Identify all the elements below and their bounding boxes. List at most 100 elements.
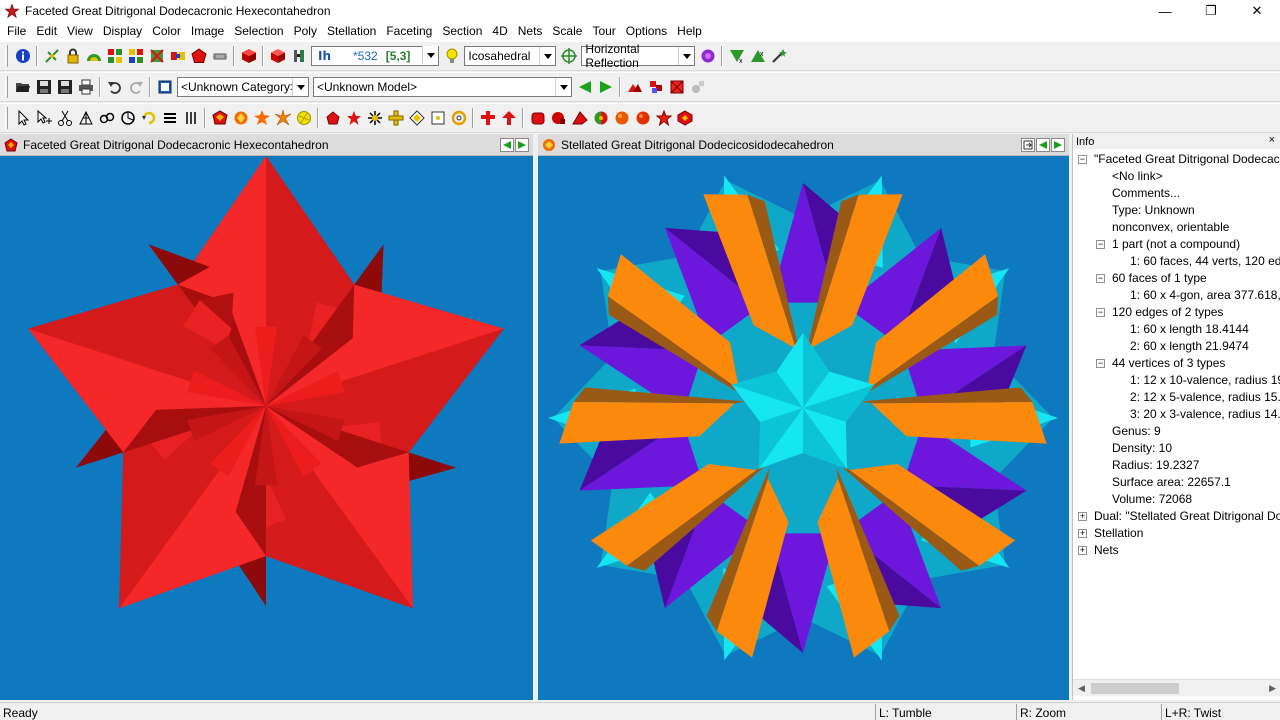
toolbar-grip[interactable] xyxy=(5,76,8,98)
menu-section[interactable]: Section xyxy=(437,22,487,41)
tree-expand-icon[interactable]: + xyxy=(1078,529,1087,538)
tree-item[interactable]: 44 vertices of 3 types xyxy=(1112,355,1225,372)
tree-collapse-icon[interactable]: − xyxy=(1096,240,1105,249)
left-panel-prev-button[interactable] xyxy=(500,138,514,152)
multi-cube-button[interactable] xyxy=(645,76,666,98)
diamond-tool-button[interactable] xyxy=(406,107,427,129)
right-panel-next-button[interactable] xyxy=(1051,138,1065,152)
arrow-up-red-button[interactable] xyxy=(498,107,519,129)
select-add-button[interactable] xyxy=(33,107,54,129)
dome-button[interactable] xyxy=(83,45,104,67)
print-button[interactable] xyxy=(75,76,96,98)
tree-item[interactable]: nonconvex, orientable xyxy=(1112,219,1229,236)
save-button[interactable] xyxy=(33,76,54,98)
maximize-button[interactable]: ❐ xyxy=(1188,0,1234,22)
tree-expand-icon[interactable]: + xyxy=(1078,546,1087,555)
tree-item[interactable]: 3: 20 x 3-valence, radius 14.77 xyxy=(1130,406,1280,423)
scissors-button[interactable] xyxy=(54,107,75,129)
tree-item[interactable]: 1 part (not a compound) xyxy=(1112,236,1240,253)
red-shape-2-button[interactable] xyxy=(548,107,569,129)
compound-button[interactable] xyxy=(624,76,645,98)
solid-red-button[interactable] xyxy=(209,107,230,129)
tree-collapse-icon[interactable]: − xyxy=(1078,155,1087,164)
menu-selection[interactable]: Selection xyxy=(229,22,288,41)
dodecahedron-button[interactable] xyxy=(188,45,209,67)
stack-button[interactable] xyxy=(159,107,180,129)
menu-help[interactable]: Help xyxy=(672,22,707,41)
open-button[interactable] xyxy=(12,76,33,98)
menu-poly[interactable]: Poly xyxy=(289,22,322,41)
close-button[interactable]: ✕ xyxy=(1234,0,1280,22)
tree-item[interactable]: Surface area: 22657.1 xyxy=(1112,474,1231,491)
burst-tool-button[interactable] xyxy=(364,107,385,129)
menu-image[interactable]: Image xyxy=(186,22,229,41)
tree-item[interactable]: Dual: "Stellated Great Ditrigonal Dode xyxy=(1094,508,1280,525)
star-spiky-button[interactable] xyxy=(272,107,293,129)
green-orange-sphere-button[interactable] xyxy=(590,107,611,129)
cross-tool-button[interactable] xyxy=(385,107,406,129)
star-tool-button[interactable] xyxy=(343,107,364,129)
right-3d-viewport[interactable] xyxy=(538,156,1069,700)
tree-item[interactable]: 120 edges of 2 types xyxy=(1112,304,1223,321)
menu-stellation[interactable]: Stellation xyxy=(322,22,381,41)
right-panel-prev-button[interactable] xyxy=(1036,138,1050,152)
left-panel-next-button[interactable] xyxy=(515,138,529,152)
tree-item[interactable]: "Faceted Great Ditrigonal Dodecacro xyxy=(1094,151,1280,168)
tree-item[interactable]: Stellation xyxy=(1094,525,1143,542)
save-as-button[interactable] xyxy=(54,76,75,98)
tree-item[interactable]: Nets xyxy=(1094,542,1119,559)
lock-button[interactable] xyxy=(62,45,83,67)
red-sphere-button[interactable] xyxy=(632,107,653,129)
grid-yellow-button[interactable] xyxy=(125,45,146,67)
menu-display[interactable]: Display xyxy=(98,22,147,41)
tree-expand-icon[interactable]: + xyxy=(1078,512,1087,521)
sphere-button[interactable] xyxy=(697,45,718,67)
menu-file[interactable]: File xyxy=(2,22,31,41)
tree-collapse-icon[interactable]: − xyxy=(1096,308,1105,317)
model-select[interactable]: <Unknown Model> xyxy=(313,77,572,97)
tree-item[interactable]: Density: 10 xyxy=(1112,440,1172,457)
undo-button[interactable] xyxy=(104,76,125,98)
menu-nets[interactable]: Nets xyxy=(513,22,548,41)
tree-item[interactable]: 1: 60 x 4-gon, area 377.618, so xyxy=(1130,287,1280,304)
sphere-yellow-button[interactable] xyxy=(293,107,314,129)
tree-collapse-icon[interactable]: − xyxy=(1096,359,1105,368)
pentagon-tool-button[interactable] xyxy=(322,107,343,129)
tree-item[interactable]: 2: 12 x 5-valence, radius 15.17 xyxy=(1130,389,1280,406)
category-select[interactable]: <Unknown Category> xyxy=(177,77,309,97)
cube-outline-button[interactable] xyxy=(267,45,288,67)
tree-item[interactable]: 1: 12 x 10-valence, radius 19.2 xyxy=(1130,372,1280,389)
cross-red-button[interactable] xyxy=(477,107,498,129)
light-bulb-button[interactable] xyxy=(441,45,462,67)
rotate-button[interactable] xyxy=(138,107,159,129)
spin-button[interactable] xyxy=(117,107,138,129)
cube-button[interactable] xyxy=(238,45,259,67)
tree-item[interactable]: Volume: 72068 xyxy=(1112,491,1192,508)
tree-item[interactable]: <No link> xyxy=(1112,168,1163,185)
group-select[interactable]: Icosahedral xyxy=(464,46,557,66)
red-shape-3-button[interactable] xyxy=(569,107,590,129)
symmetry-dropdown-arrow[interactable] xyxy=(422,46,439,64)
net-edit-button[interactable] xyxy=(75,107,96,129)
scroll-right-icon[interactable]: ▶ xyxy=(1269,683,1276,694)
tools-button[interactable] xyxy=(288,45,309,67)
red-shape-1-button[interactable] xyxy=(527,107,548,129)
scroll-left-icon[interactable]: ◀ xyxy=(1078,683,1085,694)
menu-tour[interactable]: Tour xyxy=(587,22,620,41)
square-tool-button[interactable] xyxy=(427,107,448,129)
tree-item[interactable]: 1: 60 x length 18.4144 xyxy=(1130,321,1249,338)
red-faceted-button[interactable] xyxy=(674,107,695,129)
previous-model-button[interactable] xyxy=(574,76,595,98)
solid-orange-button[interactable] xyxy=(230,107,251,129)
tree-item[interactable]: Type: Unknown xyxy=(1112,202,1195,219)
menu-faceting[interactable]: Faceting xyxy=(381,22,437,41)
minimize-button[interactable]: — xyxy=(1142,0,1188,22)
tree-item[interactable]: 60 faces of 1 type xyxy=(1112,270,1207,287)
reflection-select[interactable]: Horizontal Reflection xyxy=(581,42,696,70)
cross-grid-button[interactable] xyxy=(146,45,167,67)
info-button[interactable] xyxy=(12,45,33,67)
library-button[interactable] xyxy=(154,76,175,98)
menu-options[interactable]: Options xyxy=(621,22,672,41)
next-model-button[interactable] xyxy=(595,76,616,98)
tree-item[interactable]: 1: 60 faces, 44 verts, 120 edges xyxy=(1130,253,1280,270)
